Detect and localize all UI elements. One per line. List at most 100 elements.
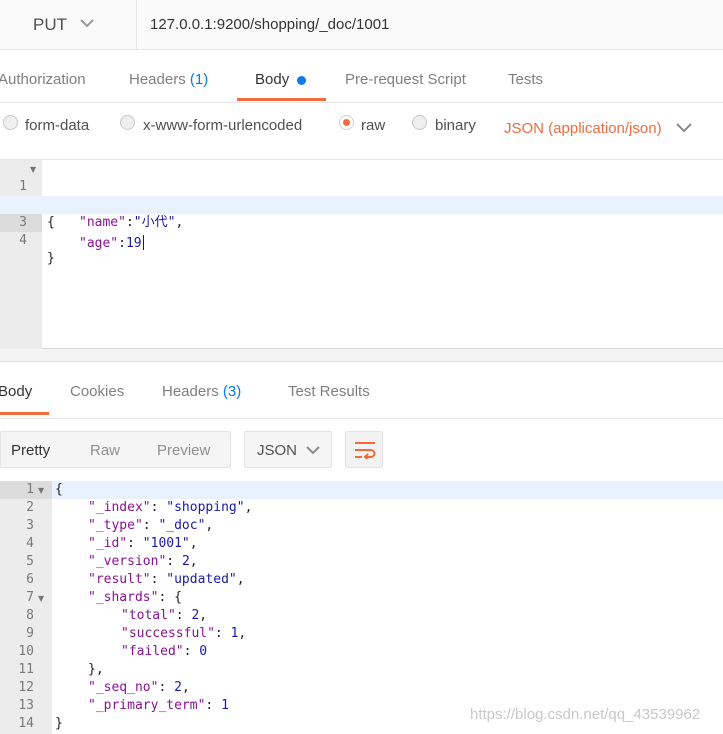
resp-tab-headers-label: Headers <box>162 383 219 400</box>
line-number: 11 <box>18 662 34 677</box>
fold-arrow-icon[interactable]: ▼ <box>38 590 44 608</box>
line-number: 2 <box>26 500 34 515</box>
line-number: 13 <box>18 698 34 713</box>
radio-raw[interactable] <box>339 115 354 130</box>
radio-label-raw[interactable]: raw <box>361 117 385 134</box>
code-line: 7 ▼ "_shards": { <box>0 589 723 607</box>
tab-headers-label: Headers <box>129 71 186 88</box>
response-body-viewer[interactable]: 1 ▼{2 "_index": "shopping", 3 "_type": "_doc… <box>0 481 723 734</box>
active-tab-indicator <box>237 98 326 101</box>
tab-tests[interactable]: Tests <box>508 71 543 88</box>
radio-label-binary[interactable]: binary <box>435 117 476 134</box>
method-selector[interactable]: PUT <box>0 0 137 50</box>
code-line: 1 ▼ { <box>0 160 723 230</box>
code-line: 2 "name":"小代", <box>0 178 723 230</box>
line-number: 4 <box>19 233 27 248</box>
chevron-down-icon[interactable] <box>676 123 692 133</box>
active-tab-indicator <box>0 412 49 415</box>
resp-tab-test-results[interactable]: Test Results <box>288 383 370 400</box>
format-dropdown[interactable]: JSON <box>244 431 332 468</box>
request-body-editor[interactable]: 1 ▼ { 2 "name":"小代", 3 "age":19 4 } <box>0 160 723 349</box>
content-type-dropdown[interactable]: JSON (application/json) <box>504 120 662 137</box>
url-input[interactable]: 127.0.0.1:9200/shopping/_doc/1001 <box>150 16 389 33</box>
json-key: "_index" <box>88 500 151 515</box>
json-key: "_primary_term" <box>88 698 206 713</box>
json-value: "updated" <box>166 572 237 587</box>
radio-urlencoded[interactable] <box>120 115 135 130</box>
code-text: "_primary_term": 1 <box>88 698 229 713</box>
json-value: "1001" <box>142 536 190 551</box>
fold-arrow-icon[interactable]: ▼ <box>38 482 44 500</box>
line-number: 6 <box>26 572 34 587</box>
code-line: 1 ▼ { <box>0 481 723 499</box>
resp-tab-body[interactable]: Body <box>0 383 32 400</box>
json-value: { <box>174 590 182 605</box>
code-text: }, <box>88 662 104 677</box>
resp-headers-count-badge: (3) <box>222 383 242 400</box>
json-value: 2 <box>181 554 190 569</box>
code-text: "total": 2, <box>121 608 208 623</box>
radio-form-data[interactable] <box>3 115 18 130</box>
json-key: "age" <box>79 236 119 251</box>
request-tabs: Authorization Headers (1) Body Pre-reque… <box>0 50 723 103</box>
line-number: 4 <box>26 536 34 551</box>
tab-headers[interactable]: Headers (1) <box>129 71 208 88</box>
view-mode-group: Pretty Raw Preview <box>0 431 231 468</box>
response-toolbar: Pretty Raw Preview JSON <box>0 419 723 481</box>
json-punct: , <box>189 554 198 569</box>
code-text: "_version": 2, <box>88 554 198 569</box>
radio-label-urlencoded[interactable]: x-www-form-urlencoded <box>143 117 302 134</box>
line-number: 14 <box>18 716 34 731</box>
chevron-down-icon <box>306 446 320 455</box>
code-text: "successful": 1, <box>121 626 247 641</box>
json-key: "total" <box>121 608 176 623</box>
json-value: "_doc" <box>158 518 206 533</box>
line-number: 8 <box>26 608 34 623</box>
resp-tab-cookies[interactable]: Cookies <box>70 383 124 400</box>
json-punct: , <box>238 626 247 641</box>
code-line: 4 "_id": "1001", <box>0 535 723 553</box>
view-pretty-button[interactable]: Pretty <box>11 442 50 459</box>
pane-divider[interactable] <box>0 349 723 362</box>
json-punct: , <box>205 518 214 533</box>
line-number: 12 <box>18 680 34 695</box>
json-punct: , <box>199 608 208 623</box>
wrap-lines-button[interactable] <box>345 431 383 468</box>
response-tabs: Body Cookies Headers (3) Test Results <box>0 362 723 419</box>
json-punct: , <box>181 680 190 695</box>
json-key: "_id" <box>88 536 128 551</box>
json-key: "_type" <box>88 518 143 533</box>
line-number: 10 <box>18 644 34 659</box>
json-punct: , <box>236 572 245 587</box>
code-line: 5 "_version": 2, <box>0 553 723 571</box>
body-type-selector: form-data x-www-form-urlencoded raw bina… <box>0 103 723 160</box>
radio-binary[interactable] <box>412 115 427 130</box>
fold-arrow-icon[interactable]: ▼ <box>30 161 36 179</box>
method-label: PUT <box>33 15 67 34</box>
line-number: 1 <box>0 481 52 499</box>
json-key: "_seq_no" <box>88 680 159 695</box>
view-raw-button[interactable]: Raw <box>90 442 120 459</box>
code-text: "_shards": { <box>88 590 182 605</box>
json-key: "_shards" <box>88 590 159 605</box>
line-number: 9 <box>26 626 34 641</box>
code-line: 6 "result": "updated", <box>0 571 723 589</box>
code-line: 3 "_type": "_doc", <box>0 517 723 535</box>
json-value: 0 <box>199 644 208 659</box>
line-number: 5 <box>26 554 34 569</box>
json-value: 2 <box>174 680 182 695</box>
wrap-lines-icon <box>355 442 376 459</box>
tab-body[interactable]: Body <box>255 71 289 88</box>
code-text: } <box>55 716 63 731</box>
json-key: "_version" <box>88 554 167 569</box>
code-text: "result": "updated", <box>88 572 245 587</box>
tab-authorization[interactable]: Authorization <box>0 71 86 88</box>
code-text: "age":19 <box>79 235 144 251</box>
radio-label-form-data[interactable]: form-data <box>25 117 89 134</box>
resp-tab-headers[interactable]: Headers (3) <box>162 383 241 400</box>
code-text: "_type": "_doc", <box>88 518 214 533</box>
url-bar: PUT 127.0.0.1:9200/shopping/_doc/1001 <box>0 0 723 50</box>
tab-pre-request-script[interactable]: Pre-request Script <box>345 71 466 88</box>
view-preview-button[interactable]: Preview <box>157 442 210 459</box>
line-number: 7 <box>26 590 34 605</box>
